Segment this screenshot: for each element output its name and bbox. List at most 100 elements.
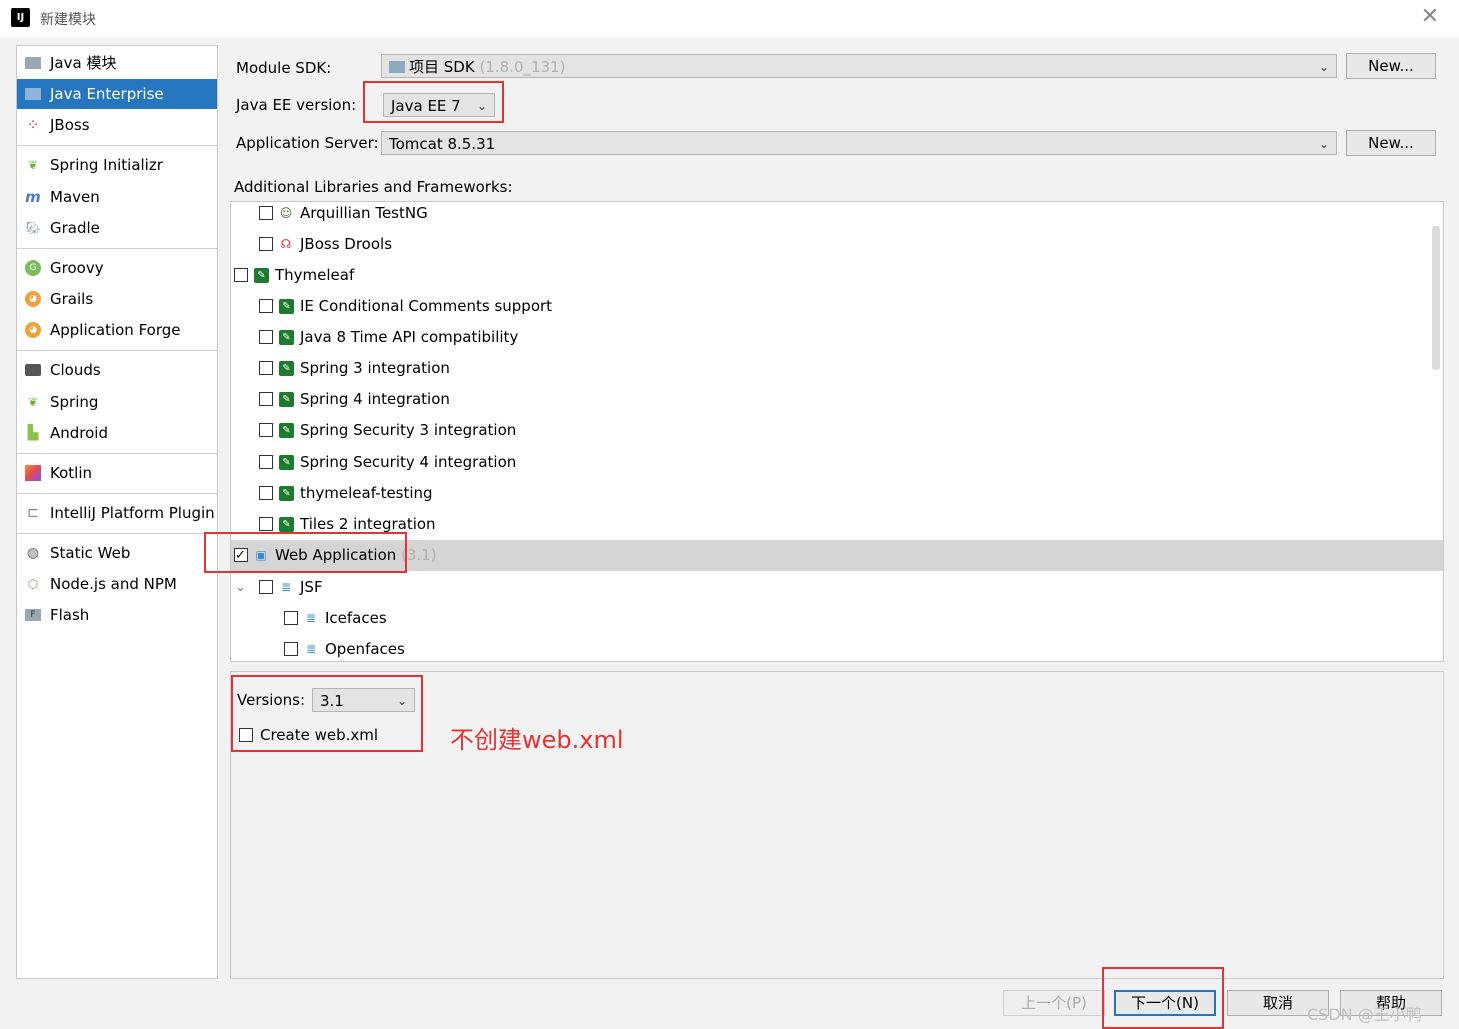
- checkbox[interactable]: [284, 611, 298, 625]
- app-server-value: Tomcat 8.5.31: [389, 135, 496, 153]
- framework-options-panel: [230, 671, 1444, 979]
- jsf-icon: ≣: [305, 611, 317, 625]
- list-item-gradle[interactable]: 🐘︎ Gradle: [17, 213, 217, 243]
- chevron-down-icon[interactable]: ⌄: [235, 572, 246, 603]
- list-item-jboss[interactable]: ⁘ JBoss: [17, 110, 217, 140]
- nodejs-icon: ⬡: [27, 577, 39, 591]
- drools-icon: ☊: [280, 237, 292, 251]
- annotation-text: 不创建web.xml: [450, 726, 624, 754]
- list-item-application-forge[interactable]: ◕ Application Forge: [17, 315, 217, 345]
- list-item-grails[interactable]: ◕ Grails: [17, 284, 217, 314]
- tree-row[interactable]: ☊ JBoss Drools: [231, 229, 1428, 260]
- tree-row[interactable]: ✎ IE Conditional Comments support: [231, 291, 1428, 322]
- module-type-list: Java 模块 Java Enterprise ⁘ JBoss ❦ Spring I…: [16, 45, 218, 979]
- thymeleaf-icon: ✎: [279, 330, 294, 345]
- checkbox[interactable]: [259, 330, 273, 344]
- flash-icon: F: [25, 609, 41, 621]
- libraries-label: Additional Libraries and Frameworks:: [234, 178, 513, 196]
- android-icon: ▙: [27, 425, 39, 441]
- list-item-spring-initializr[interactable]: ❦ Spring Initializr: [17, 150, 217, 180]
- app-server-combo[interactable]: Tomcat 8.5.31 ⌄: [381, 131, 1337, 155]
- tree-row[interactable]: ✎ Spring 4 integration: [231, 384, 1428, 415]
- tree-row[interactable]: ≣ Icefaces: [231, 603, 1428, 634]
- checkbox[interactable]: [284, 642, 298, 656]
- javaee-version-combo[interactable]: Java EE 7 ⌄: [383, 93, 495, 117]
- close-icon[interactable]: ✕: [1418, 5, 1442, 29]
- checkbox[interactable]: [259, 237, 273, 251]
- list-item-spring[interactable]: ❦ Spring: [17, 387, 217, 417]
- tree-row[interactable]: ≣ Openfaces: [231, 634, 1428, 661]
- maven-icon: m: [25, 188, 41, 206]
- thymeleaf-icon: ✎: [279, 517, 294, 532]
- prev-button[interactable]: 上一个(P): [1003, 990, 1105, 1016]
- app-server-label: Application Server:: [236, 134, 379, 152]
- spring-initializr-icon: ❦: [27, 158, 39, 172]
- list-item-intellij-platform-plugin[interactable]: ⊏ IntelliJ Platform Plugin: [17, 498, 217, 528]
- tree-row[interactable]: ✎ Spring Security 3 integration: [231, 415, 1428, 446]
- list-item-android[interactable]: ▙ Android: [17, 418, 217, 448]
- checkbox[interactable]: [234, 268, 248, 282]
- thymeleaf-icon: ✎: [279, 299, 294, 314]
- chevron-down-icon: ⌄: [1318, 137, 1329, 151]
- list-item-nodejs-npm[interactable]: ⬡ Node.js and NPM: [17, 569, 217, 599]
- versions-combo[interactable]: 3.1 ⌄: [312, 688, 415, 712]
- jsf-icon: ≣: [280, 580, 292, 594]
- folder-icon: [25, 57, 41, 69]
- javaee-version-value: Java EE 7: [391, 97, 461, 115]
- thymeleaf-icon: ✎: [279, 455, 294, 470]
- chevron-down-icon: ⌄: [1318, 60, 1329, 74]
- versions-value: 3.1: [320, 692, 344, 710]
- list-item-kotlin[interactable]: Kotlin: [17, 458, 217, 488]
- tree-row[interactable]: ✎ Spring 3 integration: [231, 353, 1428, 384]
- checkbox[interactable]: [259, 517, 273, 531]
- checkbox[interactable]: [259, 361, 273, 375]
- tree-row-web-application[interactable]: ▣ Web Application (3.1): [231, 540, 1443, 571]
- frameworks-tree: ☺ Arquillian TestNG ☊ JBoss Drools ✎ Thy…: [230, 201, 1444, 662]
- arquillian-icon: ☺: [279, 206, 293, 220]
- list-item-static-web[interactable]: ◍ Static Web: [17, 538, 217, 568]
- tree-row[interactable]: ✎ thymeleaf-testing: [231, 478, 1428, 509]
- grails-icon: ◕: [25, 291, 41, 307]
- checkbox[interactable]: [259, 423, 273, 437]
- web-app-icon: ▣: [255, 548, 267, 562]
- tree-scrollbar[interactable]: [1432, 226, 1440, 370]
- chevron-down-icon: ⌄: [396, 694, 407, 708]
- groovy-icon: G: [25, 260, 41, 276]
- static-web-icon: ◍: [26, 545, 40, 561]
- tree-row[interactable]: ⌄ ≣ JSF: [231, 572, 1428, 603]
- versions-label: Versions:: [237, 691, 306, 709]
- checkbox[interactable]: [259, 299, 273, 313]
- spring-icon: ❦: [27, 395, 39, 409]
- sdk-new-button[interactable]: New...: [1346, 53, 1436, 79]
- checkbox[interactable]: [259, 486, 273, 500]
- module-sdk-version: (1.8.0_131): [479, 58, 566, 76]
- thymeleaf-icon: ✎: [254, 268, 269, 283]
- server-new-button[interactable]: New...: [1346, 130, 1436, 156]
- tree-row[interactable]: ☺ Arquillian TestNG: [231, 202, 1428, 229]
- checkbox[interactable]: [259, 392, 273, 406]
- list-item-maven[interactable]: m Maven: [17, 182, 217, 212]
- tree-row[interactable]: ✎ Tiles 2 integration: [231, 509, 1428, 540]
- checkbox-web-application[interactable]: [234, 540, 248, 571]
- create-webxml-checkbox[interactable]: [239, 728, 253, 742]
- jsf-icon: ≣: [305, 642, 317, 656]
- list-item-flash[interactable]: F Flash: [17, 600, 217, 630]
- thymeleaf-icon: ✎: [279, 361, 294, 376]
- next-button[interactable]: 下一个(N): [1114, 990, 1216, 1016]
- tree-row[interactable]: ✎ Thymeleaf: [231, 260, 1428, 291]
- checkbox[interactable]: [259, 455, 273, 469]
- list-item-clouds[interactable]: Clouds: [17, 355, 217, 385]
- window-title: 新建模块: [40, 12, 96, 28]
- plugin-icon: ⊏: [27, 505, 39, 521]
- list-item-java-module[interactable]: Java 模块: [17, 48, 217, 78]
- checkbox[interactable]: [259, 580, 273, 594]
- tree-row[interactable]: ✎ Java 8 Time API compatibility: [231, 322, 1428, 353]
- list-item-java-enterprise[interactable]: Java Enterprise: [17, 79, 217, 109]
- module-sdk-label: Module SDK:: [236, 59, 332, 77]
- watermark: CSDN @王小鸭: [1307, 1005, 1422, 1024]
- clouds-icon: [25, 364, 41, 376]
- tree-row[interactable]: ✎ Spring Security 4 integration: [231, 447, 1428, 478]
- list-item-groovy[interactable]: G Groovy: [17, 253, 217, 283]
- module-sdk-combo[interactable]: 项目 SDK (1.8.0_131) ⌄: [381, 54, 1337, 78]
- checkbox[interactable]: [259, 206, 273, 220]
